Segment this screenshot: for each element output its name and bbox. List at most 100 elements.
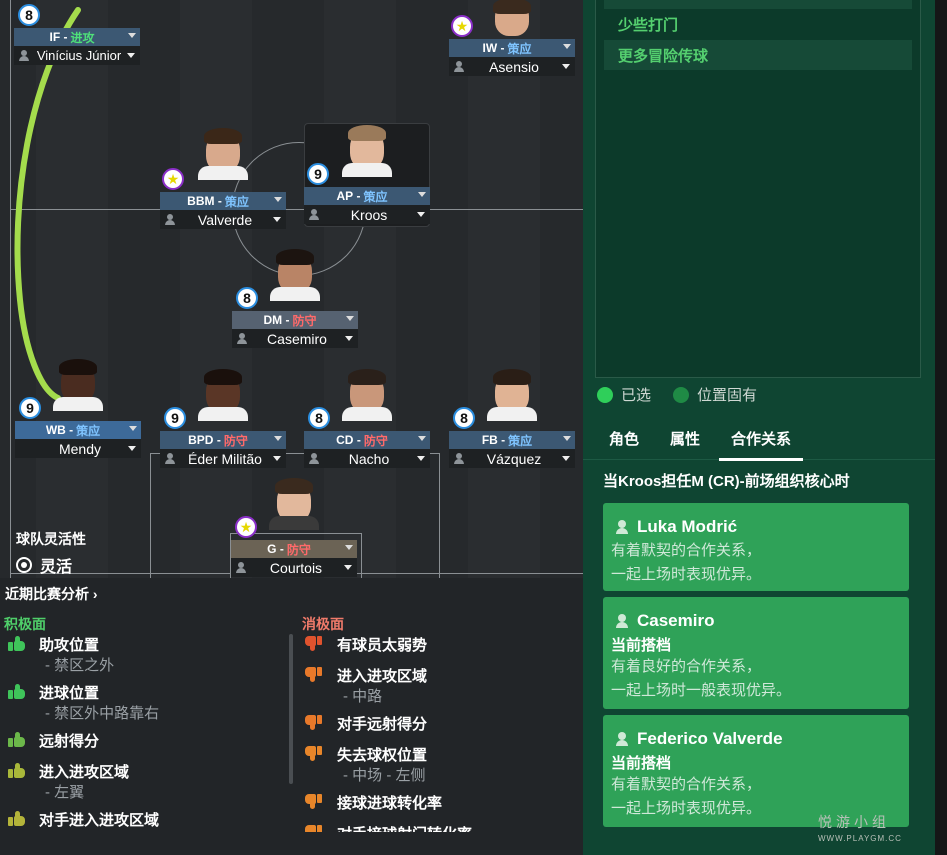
thumbs-up-icon: [6, 761, 28, 779]
chevron-down-icon: [344, 565, 352, 570]
player-card-wb[interactable]: 9 WB - 策应 Mendy: [15, 359, 141, 458]
chevron-down-icon: [563, 44, 571, 49]
star-icon: ★: [451, 15, 473, 37]
rating-badge: 8: [308, 407, 330, 429]
thumbs-down-icon: [304, 665, 326, 683]
positive-item: 对手进入进攻区域: [6, 809, 159, 830]
partner-status: 当前搭档: [611, 637, 672, 654]
positive-item: 进球位置 - 禁区外中路靠右: [6, 682, 159, 722]
partner-desc: 有着默契的合作关系， 一起上场时表现优异。: [611, 542, 762, 583]
role-selector[interactable]: WB - 策应: [15, 421, 141, 439]
role-selector[interactable]: DM - 防守: [232, 311, 358, 329]
legend-fixed: 位置固有: [697, 387, 758, 404]
partnership-card[interactable]: Federico Valverde 当前搭档 有着默契的合作关系， 一起上场时表现…: [603, 715, 909, 827]
player-face: [342, 123, 392, 185]
player-face: [487, 0, 537, 38]
role-selector[interactable]: AP - 策应: [304, 187, 430, 205]
chevron-down-icon: [346, 316, 354, 321]
person-icon: [309, 453, 319, 464]
tactics-pitch: 8 IF - 进攻 Vinícius Júnior ★ IW - 策应 Asensi…: [0, 0, 583, 578]
player-card-dm[interactable]: 8 DM - 防守 Casemiro: [232, 249, 358, 348]
person-icon: [237, 333, 247, 344]
tab-attributes[interactable]: 属性: [670, 428, 700, 459]
partner-name: Luka Modrić: [637, 517, 738, 536]
player-face: [198, 367, 248, 429]
player-selector[interactable]: Valverde: [160, 210, 286, 229]
partner-desc: 有着默契的合作关系， 一起上场时表现优异。: [611, 776, 762, 817]
person-icon: [19, 50, 29, 61]
instruction-item[interactable]: 少些打门: [604, 9, 912, 39]
fixed-dot-icon: [673, 386, 690, 403]
player-card-bpd[interactable]: 9 BPD - 防守 Éder Militão: [160, 369, 286, 468]
legend-selected: 已选: [621, 387, 652, 404]
person-icon: [615, 732, 629, 746]
player-face: [269, 476, 319, 538]
player-selector[interactable]: Éder Militão: [160, 449, 286, 468]
player-face: [198, 126, 248, 190]
player-card-fb[interactable]: 8 FB - 策应 Vázquez: [449, 369, 575, 468]
player-card-gk[interactable]: ★ G - 防守 Courtois: [231, 478, 357, 577]
team-flexibility: 球队灵活性 灵活: [16, 529, 86, 577]
thumbs-down-icon: [304, 792, 326, 810]
analysis-title-link[interactable]: 近期比赛分析 ›: [5, 584, 98, 604]
chevron-down-icon: [345, 336, 353, 341]
chevron-down-icon: [274, 197, 282, 202]
chevron-down-icon: [562, 64, 570, 69]
chevron-down-icon: [273, 456, 281, 461]
chevron-down-icon: [273, 217, 281, 222]
instructions-list: 少些打门 更多冒险传球: [595, 0, 921, 378]
role-selector[interactable]: G - 防守: [231, 540, 357, 558]
tab-role[interactable]: 角色: [609, 428, 639, 459]
role-selector[interactable]: BBM - 策应: [160, 192, 286, 210]
selected-dot-icon: [597, 386, 613, 403]
tab-partnerships[interactable]: 合作关系: [719, 428, 804, 461]
negative-item: 失去球权位置 - 中场 - 左侧: [304, 744, 427, 784]
player-selector[interactable]: Casemiro: [232, 329, 358, 348]
chevron-down-icon: [417, 456, 425, 461]
chevron-down-icon: [128, 33, 136, 38]
recent-match-analysis: 近期比赛分析 › 积极面 消极面 助攻位置 - 禁区之外 进球位置 - 禁区外中路靠…: [0, 578, 583, 855]
person-icon: [165, 214, 175, 225]
role-selector[interactable]: BPD - 防守: [160, 431, 286, 449]
negative-item: 接球进球转化率: [304, 792, 442, 813]
player-selector[interactable]: Asensio: [449, 57, 575, 76]
chevron-down-icon: [417, 212, 425, 217]
positive-item: 远射得分: [6, 730, 99, 751]
player-face: [53, 357, 103, 419]
partner-name: Casemiro: [637, 611, 715, 630]
player-selector[interactable]: Courtois: [231, 558, 357, 577]
watermark: 悦游小组 WWW.PLAYGM.CC: [818, 814, 902, 843]
player-face: [270, 247, 320, 309]
instruction-item[interactable]: 更多冒险传球: [604, 40, 912, 70]
player-selector[interactable]: Nacho: [304, 449, 430, 468]
chevron-down-icon: [418, 436, 426, 441]
player-card-iw[interactable]: ★ IW - 策应 Asensio: [449, 0, 575, 76]
star-icon: ★: [235, 516, 257, 538]
player-selector[interactable]: Vinícius Júnior: [14, 46, 140, 65]
team-flexibility-value: 灵活: [16, 553, 86, 577]
player-face: [487, 367, 537, 429]
player-card-if[interactable]: 8 IF - 进攻 Vinícius Júnior: [14, 4, 140, 65]
role-selector[interactable]: IF - 进攻: [14, 28, 140, 46]
player-selector[interactable]: Mendy: [15, 439, 141, 458]
chevron-down-icon: [129, 426, 137, 431]
player-selector[interactable]: Vázquez: [449, 449, 575, 468]
person-icon: [615, 520, 629, 534]
role-selector[interactable]: FB - 策应: [449, 431, 575, 449]
chevron-down-icon: [418, 192, 426, 197]
player-card-cd[interactable]: 8 CD - 防守 Nacho: [304, 369, 430, 468]
partner-desc: 有着良好的合作关系， 一起上场时一般表现优异。: [611, 658, 792, 699]
partner-status: 当前搭档: [611, 755, 672, 772]
target-icon: [16, 557, 32, 573]
positive-item: 进入进攻区域 - 左翼: [6, 761, 129, 801]
player-card-bbm[interactable]: ★ BBM - 策应 Valverde: [160, 128, 286, 229]
partnership-card[interactable]: Casemiro 当前搭档 有着良好的合作关系， 一起上场时一般表现优异。: [603, 597, 909, 709]
player-selector[interactable]: Kroos: [304, 205, 430, 224]
negative-list-scrollbar[interactable]: [289, 634, 293, 784]
partnership-card[interactable]: Luka Modrić 有着默契的合作关系， 一起上场时表现优异。: [603, 503, 909, 591]
person-icon: [165, 453, 175, 464]
role-selector[interactable]: IW - 策应: [449, 39, 575, 57]
rating-badge: 8: [453, 407, 475, 429]
player-card-ap[interactable]: 9 AP - 策应 Kroos: [304, 125, 430, 224]
role-selector[interactable]: CD - 防守: [304, 431, 430, 449]
